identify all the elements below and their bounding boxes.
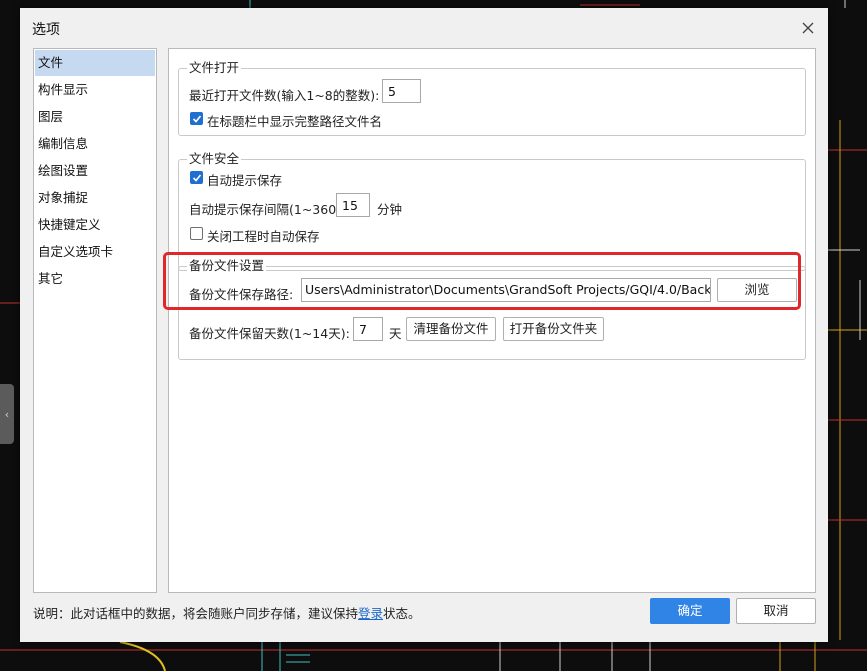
close-icon xyxy=(802,22,814,34)
side-collapse-tab[interactable]: ‹ xyxy=(0,384,14,444)
file-safety-group-title: 文件安全 xyxy=(187,151,242,167)
footer-note-text: 说明：此对话框中的数据，将会随账户同步存储，建议保持 xyxy=(33,606,359,621)
footer-note: 说明：此对话框中的数据，将会随账户同步存储，建议保持登录状态。 xyxy=(33,603,421,622)
options-content-panel: 文件打开 最近打开文件数(输入1~8的整数): 5 在标题栏中显示完整路径文件名… xyxy=(168,48,816,593)
file-open-group: 文件打开 最近打开文件数(输入1~8的整数): 5 在标题栏中显示完整路径文件名 xyxy=(178,60,806,136)
auto-save-checkbox[interactable] xyxy=(190,171,203,184)
dialog-title: 选项 xyxy=(32,22,60,38)
clean-backup-button[interactable]: 清理备份文件 xyxy=(406,317,496,341)
ok-button[interactable]: 确定 xyxy=(650,598,730,624)
backup-days-label: 备份文件保留天数(1~14天): xyxy=(189,326,350,341)
backup-days-unit: 天 xyxy=(389,326,402,341)
login-link[interactable]: 登录 xyxy=(358,606,383,621)
browse-button[interactable]: 浏览 xyxy=(717,278,797,302)
nav-item-file[interactable]: 文件 xyxy=(35,50,155,76)
recent-files-label: 最近打开文件数(输入1~8的整数): xyxy=(189,88,380,103)
options-dialog: 选项 文件 构件显示 图层 编制信息 绘图设置 对象捕捉 快捷键定义 自定义选项… xyxy=(20,8,828,642)
nav-item-component-display[interactable]: 构件显示 xyxy=(35,77,155,103)
nav-item-shortcuts[interactable]: 快捷键定义 xyxy=(35,212,155,238)
nav-item-object-snap[interactable]: 对象捕捉 xyxy=(35,185,155,211)
chevron-left-icon: ‹ xyxy=(4,407,10,421)
options-nav-list: 文件 构件显示 图层 编制信息 绘图设置 对象捕捉 快捷键定义 自定义选项卡 其… xyxy=(33,48,157,593)
dialog-titlebar: 选项 xyxy=(20,8,828,46)
check-icon xyxy=(192,115,202,123)
nav-item-custom-tabs[interactable]: 自定义选项卡 xyxy=(35,239,155,265)
interval-input[interactable]: 15 xyxy=(336,193,370,217)
file-open-group-title: 文件打开 xyxy=(187,60,242,76)
backup-group: 备份文件设置 备份文件保存路径: Users\Administrator\Doc… xyxy=(178,258,806,360)
recent-files-input[interactable]: 5 xyxy=(382,79,421,103)
close-auto-save-checkbox[interactable] xyxy=(190,227,203,240)
backup-group-title: 备份文件设置 xyxy=(187,258,267,274)
backup-path-field[interactable]: Users\Administrator\Documents\GrandSoft … xyxy=(301,278,711,302)
interval-unit: 分钟 xyxy=(377,202,403,217)
nav-item-layers[interactable]: 图层 xyxy=(35,104,155,130)
nav-item-other[interactable]: 其它 xyxy=(35,266,155,292)
footer-note-suffix: 状态。 xyxy=(383,606,421,621)
file-safety-group: 文件安全 自动提示保存 自动提示保存间隔(1~360) 15 分钟 关闭工程时自… xyxy=(178,151,806,271)
close-auto-save-label: 关闭工程时自动保存 xyxy=(207,229,320,244)
nav-item-drawing-settings[interactable]: 绘图设置 xyxy=(35,158,155,184)
nav-item-project-info[interactable]: 编制信息 xyxy=(35,131,155,157)
backup-days-input[interactable]: 7 xyxy=(353,317,383,341)
auto-save-label: 自动提示保存 xyxy=(207,173,283,188)
backup-path-label: 备份文件保存路径: xyxy=(189,287,294,302)
cancel-button[interactable]: 取消 xyxy=(736,598,816,624)
interval-label: 自动提示保存间隔(1~360) xyxy=(189,202,342,217)
show-full-path-checkbox[interactable] xyxy=(190,112,203,125)
open-backup-folder-button[interactable]: 打开备份文件夹 xyxy=(503,317,604,341)
close-button[interactable] xyxy=(796,16,820,40)
show-full-path-label: 在标题栏中显示完整路径文件名 xyxy=(207,114,383,129)
check-icon xyxy=(192,174,202,182)
